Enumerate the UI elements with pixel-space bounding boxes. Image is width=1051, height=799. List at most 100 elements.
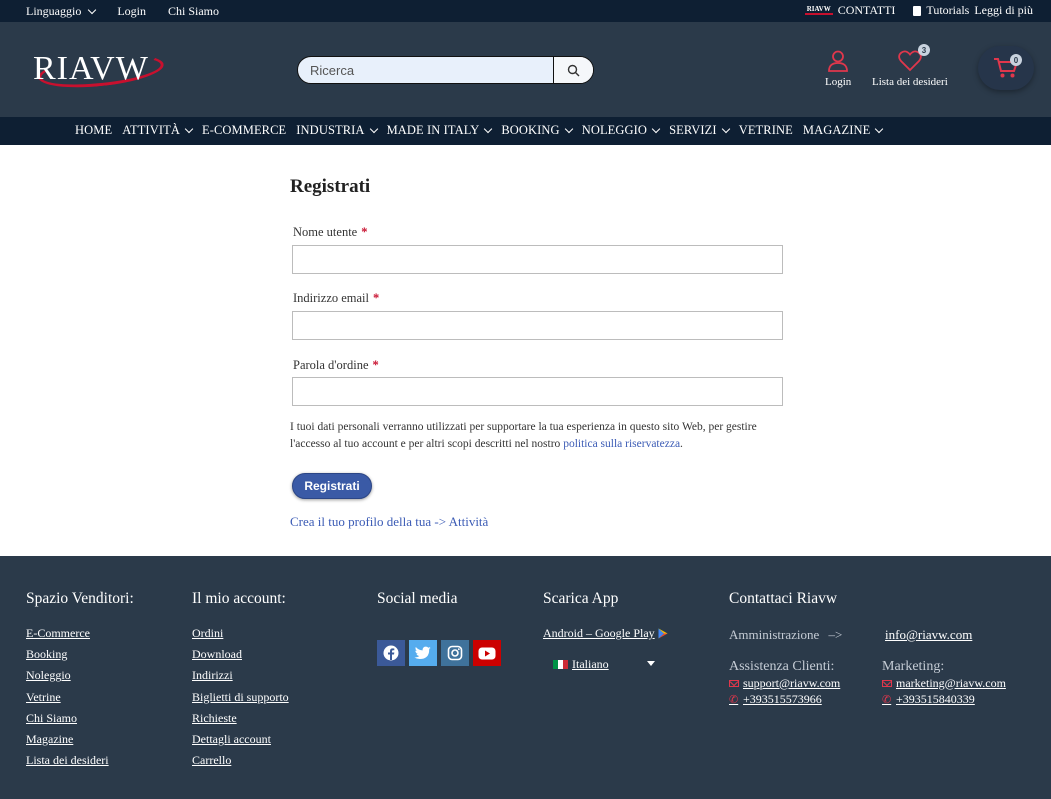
footer-vendors: Spazio Venditori: E-Commerce Booking Noleg… xyxy=(26,590,134,774)
footer-vendors-link[interactable]: E-Commerce xyxy=(26,626,134,647)
wishlist-button[interactable]: 3 Lista dei desideri xyxy=(872,44,948,88)
nav-item-servizi[interactable]: SERVIZI xyxy=(669,123,730,138)
nav-item-label: MAGAZINE xyxy=(802,123,871,137)
language-selector[interactable]: Italiano xyxy=(543,657,655,672)
email-field[interactable] xyxy=(292,311,783,340)
username-field[interactable] xyxy=(292,245,783,274)
nav-item-industria[interactable]: INDUSTRIA xyxy=(296,123,378,138)
nav-item-vetrine[interactable]: VETRINE xyxy=(739,123,793,138)
footer-account-link[interactable]: Download xyxy=(192,647,289,668)
chevron-down-icon xyxy=(184,124,194,134)
language-label: Linguaggio xyxy=(26,4,82,18)
required-mark: * xyxy=(373,291,380,305)
login-label: Login xyxy=(825,76,852,88)
language-menu[interactable]: Linguaggio xyxy=(26,4,97,19)
top-about-link[interactable]: Chi Siamo xyxy=(168,4,219,19)
chevron-down-icon xyxy=(369,124,378,134)
footer-contact: Contattaci Riavw xyxy=(729,590,837,608)
nav-item-label: MADE IN ITALY xyxy=(386,123,480,137)
footer-account-link[interactable]: Richieste xyxy=(192,711,289,732)
search-bar xyxy=(297,56,594,84)
nav-item-label: ATTIVITÀ xyxy=(122,123,180,137)
privacy-policy-link[interactable]: politica sulla riservatezza xyxy=(563,438,680,450)
chevron-down-icon xyxy=(484,124,493,134)
top-login-link[interactable]: Login xyxy=(117,4,146,19)
facebook-link[interactable] xyxy=(377,640,405,666)
nav-item-magazine[interactable]: MAGAZINE xyxy=(802,123,884,138)
top-bar: Linguaggio Login Chi Siamo RIAVW CONTATT… xyxy=(0,0,1051,22)
footer-vendors-link[interactable]: Vetrine xyxy=(26,690,134,711)
page-title: Registrati xyxy=(290,176,371,197)
twitter-link[interactable] xyxy=(409,640,437,666)
language-selected: Italiano xyxy=(572,657,609,671)
email-label: Indirizzo email * xyxy=(293,291,379,306)
site-logo[interactable]: RIAVW xyxy=(30,49,170,93)
admin-arrow: –> xyxy=(828,627,843,642)
marketing-email: marketing@riavw.com xyxy=(896,675,1006,690)
social-icons xyxy=(377,640,501,666)
search-button[interactable] xyxy=(553,57,593,83)
nav-item-label: SERVIZI xyxy=(669,123,717,137)
marketing-email-link[interactable]: marketing@riavw.com xyxy=(882,675,1006,691)
footer-account-link[interactable]: Dettagli account xyxy=(192,732,289,753)
footer-vendors-link[interactable]: Chi Siamo xyxy=(26,711,134,732)
main-nav: HOME ATTIVITÀ E-COMMERCE INDUSTRIA MADE IN I… xyxy=(0,117,1051,145)
footer-vendors-link[interactable]: Magazine xyxy=(26,732,134,753)
footer-social-title: Social media xyxy=(377,590,458,607)
support-phone-link[interactable]: ✆ +393515573966 xyxy=(729,691,840,707)
footer-vendors-link[interactable]: Lista dei desideri xyxy=(26,753,134,774)
contacts-link[interactable]: RIAVW CONTATTI xyxy=(804,3,896,18)
footer-vendors-link[interactable]: Noleggio xyxy=(26,668,134,689)
footer-contact-title: Contattaci Riavw xyxy=(729,590,838,607)
google-play-link[interactable]: Android – Google Play xyxy=(543,626,668,641)
instagram-icon xyxy=(447,645,463,661)
cart-button[interactable]: 0 xyxy=(978,46,1034,90)
nav-item-e-commerce[interactable]: E-COMMERCE xyxy=(202,123,286,138)
nav-item-booking[interactable]: BOOKING xyxy=(501,123,573,138)
admin-row: Amministrazione –> xyxy=(729,627,842,643)
envelope-icon xyxy=(882,679,892,687)
nav-item-attivit-[interactable]: ATTIVITÀ xyxy=(122,123,194,138)
nav-item-label: HOME xyxy=(75,123,113,137)
footer-account: Il mio account: Ordini Download Indirizzi B… xyxy=(192,590,289,774)
nav-item-label: BOOKING xyxy=(501,123,560,137)
read-more-label: Leggi di più xyxy=(974,3,1033,17)
tutorials-link[interactable]: Tutorials Leggi di più xyxy=(913,3,1033,18)
support-phone: +393515573966 xyxy=(743,691,822,706)
chevron-down-icon xyxy=(721,124,730,134)
twitter-icon xyxy=(414,646,431,659)
tutorials-label: Tutorials xyxy=(926,3,970,17)
support-email-link[interactable]: support@riavw.com xyxy=(729,675,840,691)
nav-item-made-in-italy[interactable]: MADE IN ITALY xyxy=(386,123,493,138)
password-field[interactable] xyxy=(292,377,783,406)
footer-account-link[interactable]: Carrello xyxy=(192,753,289,774)
italy-flag-icon xyxy=(553,660,568,669)
create-profile-link[interactable]: Crea il tuo profilo della tua -> Attivit… xyxy=(290,514,488,530)
register-button[interactable]: Registrati xyxy=(292,473,372,499)
username-label: Nome utente * xyxy=(293,225,367,240)
phone-icon: ✆ xyxy=(729,693,739,706)
nav-item-noleggio[interactable]: NOLEGGIO xyxy=(582,123,661,138)
instagram-link[interactable] xyxy=(441,640,469,666)
contacts-label: CONTATTI xyxy=(837,3,896,17)
footer-vendors-link[interactable]: Booking xyxy=(26,647,134,668)
footer-vendors-title: Spazio Venditori: xyxy=(26,590,134,607)
vendors-list: E-Commerce Booking Noleggio Vetrine Chi Siam… xyxy=(26,626,134,774)
footer-account-link[interactable]: Ordini xyxy=(192,626,289,647)
marketing-phone-link[interactable]: ✆ +393515840339 xyxy=(882,691,1006,707)
nav-item-label: E-COMMERCE xyxy=(201,123,287,137)
footer-account-link[interactable]: Indirizzi xyxy=(192,668,289,689)
mini-logo: RIAVW xyxy=(804,5,833,15)
envelope-icon xyxy=(729,679,739,687)
admin-email-link[interactable]: info@riavw.com xyxy=(885,627,972,643)
google-play-label: Android – Google Play xyxy=(543,626,655,640)
search-input[interactable] xyxy=(298,57,554,83)
required-mark: * xyxy=(361,225,368,239)
chevron-down-icon xyxy=(564,124,573,134)
footer-app: Scarica App Android – Google Play Italia… xyxy=(543,590,668,672)
youtube-link[interactable] xyxy=(473,640,501,666)
footer-account-link[interactable]: Biglietti di supporto xyxy=(192,690,289,711)
login-button[interactable]: Login xyxy=(825,50,851,88)
password-label: Parola d'ordine * xyxy=(293,358,379,373)
nav-item-home[interactable]: HOME xyxy=(75,123,112,138)
